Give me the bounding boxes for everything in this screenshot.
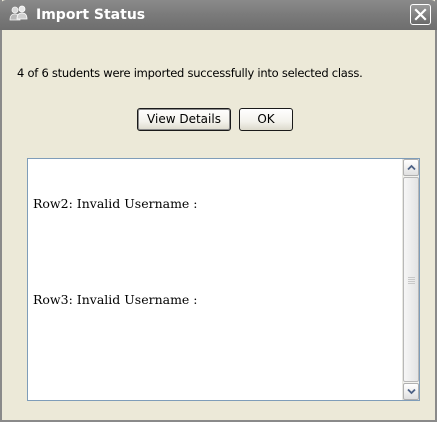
chevron-up-icon (407, 164, 416, 171)
ok-button[interactable]: OK (239, 108, 293, 131)
close-button[interactable] (410, 4, 431, 25)
grip-line (408, 277, 415, 278)
grip-line (408, 279, 415, 280)
log-line: Row3: Invalid Username : (33, 292, 198, 307)
scroll-up-button[interactable] (403, 159, 419, 176)
error-log-content: Row2: Invalid Username : Row3: Invalid U… (33, 164, 393, 340)
vertical-scrollbar[interactable] (402, 159, 419, 400)
grip-line (408, 281, 415, 282)
window-title: Import Status (36, 7, 146, 23)
close-icon (414, 8, 427, 21)
error-log-textarea[interactable]: Row2: Invalid Username : Row3: Invalid U… (27, 158, 420, 401)
chevron-down-icon (407, 388, 416, 395)
log-line: Row2: Invalid Username : (33, 196, 198, 211)
import-status-dialog: Import Status 4 of 6 students were impor… (0, 0, 437, 422)
people-icon (9, 5, 29, 23)
grip-line (408, 283, 415, 284)
scroll-down-button[interactable] (403, 383, 419, 400)
view-details-button[interactable]: View Details (137, 108, 231, 131)
title-bar[interactable]: Import Status (0, 0, 437, 30)
scroll-thumb[interactable] (403, 177, 419, 382)
import-result-message: 4 of 6 students were imported successful… (17, 66, 363, 80)
